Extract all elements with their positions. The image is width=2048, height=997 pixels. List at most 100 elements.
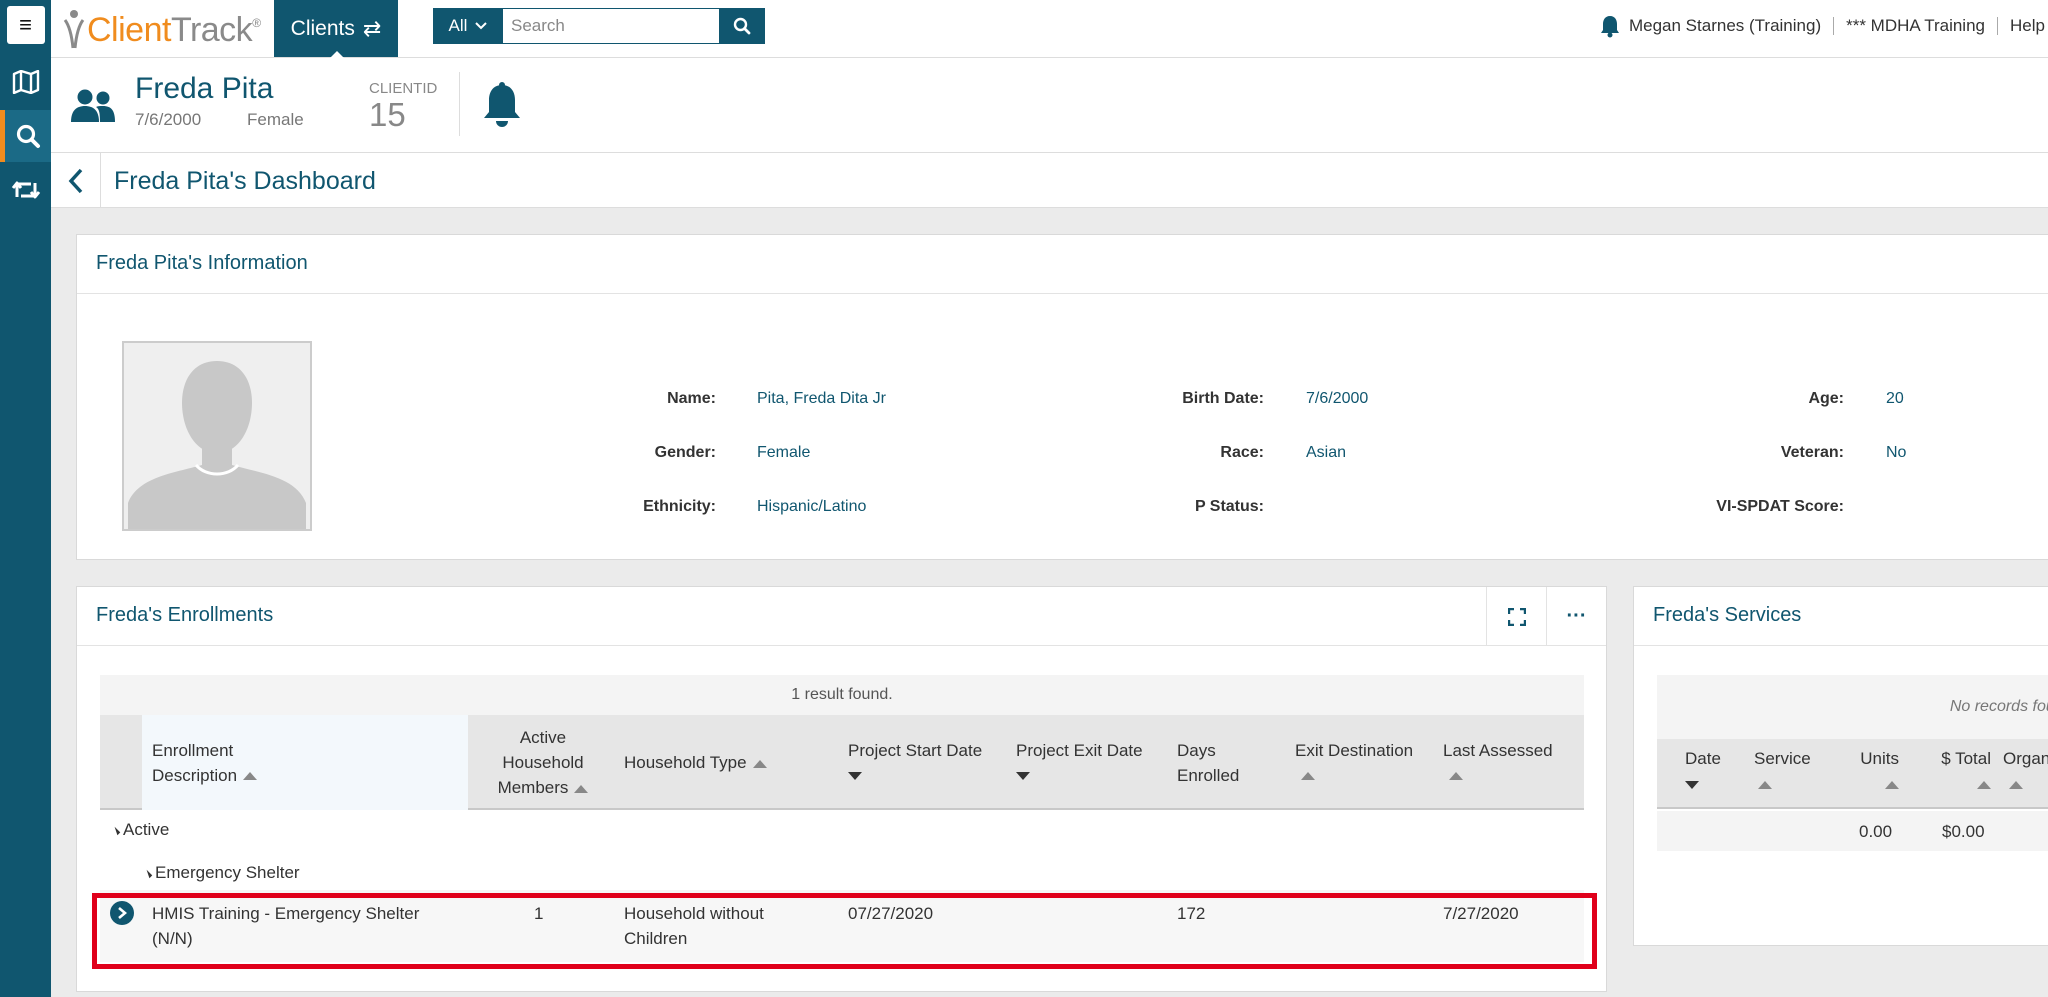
cell-start-date: 07/27/2020 — [848, 904, 934, 923]
client-name: Freda Pita — [135, 72, 274, 105]
client-photo-placeholder[interactable] — [122, 341, 312, 531]
column-total[interactable]: $ Total — [1931, 749, 1991, 789]
services-grid-header: Date Service Units $ Total Organization — [1657, 739, 2048, 809]
services-panel: Freda's Services No records found. Date … — [1633, 586, 2048, 946]
column-organization[interactable]: Organization — [2003, 749, 2048, 789]
search-icon — [16, 124, 40, 148]
services-empty-message: No records found. — [1657, 675, 2048, 739]
column-service[interactable]: Service — [1754, 749, 1811, 789]
user-name[interactable]: Megan Starnes (Training) — [1629, 16, 1821, 36]
sort-ascending-icon — [1885, 780, 1899, 789]
column-active-household-members[interactable]: Active Household Members — [468, 715, 618, 810]
client-dob: 7/6/2000 — [135, 110, 202, 129]
column-project-exit-date[interactable]: Project Exit Date — [1016, 715, 1166, 810]
grid-header: Enrollment Description Active Household Mem… — [100, 715, 1584, 810]
sort-ascending-icon — [1977, 780, 1991, 789]
logo-text-track: Track — [170, 10, 253, 49]
ellipsis-icon: ··· — [1566, 605, 1587, 627]
search-input[interactable] — [503, 8, 719, 44]
column-project-start-date[interactable]: Project Start Date — [848, 715, 1008, 810]
col-exit-dest: Exit Destination — [1295, 740, 1414, 760]
col-exit-date: Project Exit Date — [1016, 740, 1143, 760]
expand-button[interactable] — [1486, 587, 1546, 646]
panel-header: Freda's Enrollments ··· — [77, 587, 1606, 646]
map-button[interactable] — [0, 56, 51, 108]
result-count: 1 result found. — [100, 675, 1584, 715]
row-expand-button[interactable] — [110, 901, 134, 925]
help-link[interactable]: Help — [2010, 16, 2048, 36]
cell-household-line1: Household without — [624, 904, 764, 923]
col-desc-line2: Description — [152, 765, 238, 785]
search-submit-button[interactable] — [719, 8, 765, 44]
col-total: $ Total — [1941, 749, 1991, 768]
column-last-assessed[interactable]: Last Assessed — [1443, 715, 1583, 810]
clients-tab[interactable]: Clients ⇄ — [274, 0, 398, 58]
total-units: 0.00 — [1859, 822, 1893, 841]
logo-text-client: Client — [87, 10, 171, 49]
ethnicity-value: Hispanic/Latino — [757, 498, 867, 515]
sort-ascending-icon — [1449, 772, 1463, 781]
vi-spdat-label: VI-SPDAT Score: — [1716, 498, 1844, 515]
cell-enrollment-description[interactable]: HMIS Training - Emergency Shelter (N/N) — [152, 901, 419, 951]
avatar-silhouette-icon — [128, 361, 306, 529]
name-value: Pita, Freda Dita Jr — [757, 390, 886, 407]
logo-registered: ® — [252, 16, 261, 30]
map-icon — [12, 70, 39, 94]
left-nav-rail: ≡ — [0, 0, 51, 997]
column-days-enrolled[interactable]: Days Enrolled — [1177, 715, 1277, 810]
column-units[interactable]: Units — [1859, 749, 1899, 789]
birth-date-value: 7/6/2000 — [1306, 390, 1369, 407]
client-id-value: 15 — [369, 96, 406, 133]
group-active-label: Active — [123, 820, 170, 839]
total-amount: $0.00 — [1942, 822, 1985, 841]
sort-ascending-icon — [2009, 780, 2023, 789]
column-household-type[interactable]: Household Type — [624, 715, 834, 810]
separator — [1997, 17, 1998, 35]
switch-button[interactable] — [0, 164, 51, 216]
col-last-assessed: Last Assessed — [1443, 740, 1553, 760]
org-name[interactable]: *** MDHA Training — [1846, 16, 1985, 36]
group-active[interactable]: Active — [111, 820, 170, 840]
information-panel-title: Freda Pita's Information — [96, 252, 308, 274]
dashboard-title: Freda Pita's Dashboard — [114, 167, 376, 195]
user-area: Megan Starnes (Training) *** MDHA Traini… — [1599, 14, 2048, 38]
collapse-triangle-icon — [111, 826, 121, 836]
back-button[interactable] — [51, 153, 101, 208]
birth-date-label: Birth Date: — [1182, 390, 1264, 407]
dashboard-bar: Freda Pita's Dashboard — [51, 153, 2048, 208]
col-start-date: Project Start Date — [848, 740, 983, 760]
group-emergency-shelter-label: Emergency Shelter — [155, 863, 300, 882]
cell-household-type: Household without Children — [624, 901, 764, 951]
table-row[interactable]: HMIS Training - Emergency Shelter (N/N) 1… — [100, 890, 1584, 962]
column-date[interactable]: Date — [1685, 749, 1721, 789]
enrollments-grid: 1 result found. Enrollment Description Ac… — [100, 675, 1584, 962]
col-org: Organization — [2003, 749, 2048, 768]
main-menu-button[interactable]: ≡ — [0, 0, 51, 50]
sort-ascending-icon — [1301, 772, 1315, 781]
clienttrack-logo[interactable]: Client Track ® — [61, 8, 261, 52]
client-alerts-bell-icon[interactable] — [481, 82, 523, 128]
col-members-line3: Members — [497, 778, 569, 797]
column-exit-destination[interactable]: Exit Destination — [1295, 715, 1435, 810]
chevron-left-icon — [68, 168, 82, 193]
search-nav-button[interactable] — [0, 110, 51, 162]
services-panel-title: Freda's Services — [1653, 604, 1802, 626]
col-date: Date — [1685, 749, 1721, 768]
top-bar: ClientTrack® Clients ⇄ All Megan Starnes… — [51, 0, 2048, 58]
enrollments-panel: Freda's Enrollments ··· 1 result found. … — [76, 586, 1607, 992]
notification-bell-icon[interactable] — [1599, 14, 1621, 38]
divider — [459, 72, 460, 136]
group-emergency-shelter[interactable]: Emergency Shelter — [143, 863, 300, 883]
column-enrollment-description[interactable]: Enrollment Description — [142, 715, 468, 810]
sort-descending-icon — [848, 772, 862, 781]
search-scope-select[interactable]: All — [433, 8, 503, 44]
col-service: Service — [1754, 749, 1811, 768]
cell-last-assessed: 7/27/2020 — [1443, 904, 1519, 923]
more-options-button[interactable]: ··· — [1546, 587, 1606, 646]
hamburger-icon: ≡ — [6, 6, 45, 44]
sort-ascending-icon — [574, 784, 589, 793]
household-icon — [71, 89, 115, 122]
swap-arrows-icon: ⇄ — [362, 15, 382, 41]
sort-ascending-icon — [752, 759, 767, 768]
expand-icon — [1507, 607, 1526, 626]
